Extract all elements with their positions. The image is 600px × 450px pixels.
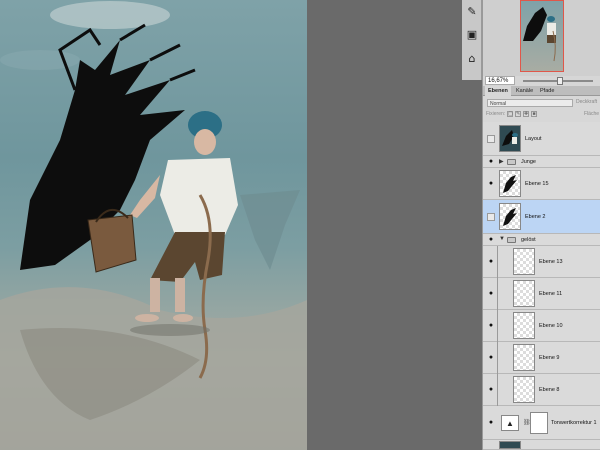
eye-icon[interactable]: ●: [487, 258, 495, 266]
tab-ebenen[interactable]: Ebenen: [485, 86, 511, 96]
layer-thumbnail: [513, 376, 535, 403]
layer-name[interactable]: Ebene 8: [539, 387, 560, 393]
eye-icon[interactable]: ●: [487, 290, 495, 298]
layer-name[interactable]: gelöst: [521, 237, 536, 243]
panel-tabs: Ebenen Kanäle Pfade: [483, 86, 600, 96]
layers-panel: Ebenen Kanäle Pfade Normal Deckkraft Fix…: [482, 86, 600, 450]
layer-row-ebene-11[interactable]: ● Ebene 11: [483, 278, 600, 310]
zoom-slider-knob[interactable]: [557, 77, 563, 85]
chevron-right-icon[interactable]: ▶: [499, 158, 504, 165]
layer-row-ebene-13[interactable]: ● Ebene 13: [483, 246, 600, 278]
layer-name[interactable]: Tonwertkorrektur 1: [551, 420, 597, 426]
blend-mode-select[interactable]: Normal: [487, 99, 573, 107]
layer-thumbnail: [499, 170, 521, 197]
layer-name[interactable]: Ebene 15: [525, 181, 549, 187]
folder-icon: [507, 159, 516, 165]
photoshop-window: ✎ ▣ ⌂ 16,67% Ebenen Kanäle Pfade Normal …: [0, 0, 600, 450]
lock-row: Fixieren: ▢ ✎ ✚ ■ Fläche: [483, 110, 600, 120]
layer-row-ebene-2[interactable]: Ebene 2: [483, 200, 600, 234]
eye-icon[interactable]: ●: [487, 322, 495, 330]
layer-name[interactable]: Ebene 13: [539, 259, 563, 265]
navigator-panel: 16,67%: [482, 0, 600, 86]
visibility-toggle[interactable]: [487, 135, 495, 143]
tab-kanaele[interactable]: Kanäle: [513, 86, 536, 96]
fill-label: Fläche: [584, 111, 600, 117]
layer-thumbnail: [499, 441, 521, 449]
artwork: [0, 1, 307, 450]
eye-icon[interactable]: ●: [487, 354, 495, 362]
opacity-label: Deckkraft: [576, 99, 598, 105]
group-indent: [497, 374, 498, 406]
layer-thumbnail: [499, 203, 521, 230]
channels-icon[interactable]: ▣: [464, 26, 480, 42]
lock-all-icon[interactable]: ■: [531, 111, 537, 117]
paths-icon[interactable]: ⌂: [464, 50, 480, 66]
group-indent: [497, 342, 498, 374]
eye-icon[interactable]: ●: [487, 180, 495, 188]
eye-icon[interactable]: ●: [487, 386, 495, 394]
history-brush-icon[interactable]: ✎: [464, 3, 480, 19]
layer-row-junge[interactable]: ● ▶ Junge: [483, 156, 600, 168]
layer-thumbnail: [513, 312, 535, 339]
layer-thumbnail: [513, 280, 535, 307]
navigator-zoom-bar: 16,67%: [483, 76, 600, 86]
layer-list: Layout ● ▶ Junge ● Ebene 15 Ebene 2 ● ▼ …: [483, 122, 600, 450]
layer-row-ebene-8[interactable]: ● Ebene 8: [483, 374, 600, 406]
layer-name[interactable]: Ebene 2: [525, 214, 546, 220]
layer-row-ebene-15[interactable]: ● Ebene 15: [483, 168, 600, 200]
layer-name[interactable]: Ebene 11: [539, 291, 562, 297]
layer-row-tonwertkorrektur-1[interactable]: ● ▲ ⛓ Tonwertkorrektur 1: [483, 406, 600, 440]
group-indent: [497, 246, 498, 278]
eye-icon[interactable]: ●: [487, 236, 495, 244]
blend-row: Normal Deckkraft: [483, 97, 600, 109]
panel-tool-strip: ✎ ▣ ⌂: [462, 0, 482, 80]
lock-transparency-icon[interactable]: ▢: [507, 111, 513, 117]
layer-thumbnail: [513, 248, 535, 275]
chevron-down-icon[interactable]: ▼: [499, 236, 505, 242]
zoom-input[interactable]: 16,67%: [485, 76, 515, 85]
eye-icon[interactable]: ●: [487, 419, 495, 427]
group-indent: [497, 310, 498, 342]
document-canvas[interactable]: [0, 0, 307, 450]
layer-row-layout[interactable]: Layout: [483, 122, 600, 156]
layer-name[interactable]: Junge: [521, 159, 536, 165]
layer-row-geloest[interactable]: ● ▼ gelöst: [483, 234, 600, 246]
lock-pixels-icon[interactable]: ✎: [515, 111, 521, 117]
group-indent: [497, 278, 498, 310]
lock-position-icon[interactable]: ✚: [523, 111, 529, 117]
zoom-slider[interactable]: [523, 77, 593, 85]
layer-name[interactable]: Layout: [525, 136, 542, 142]
visibility-toggle[interactable]: [487, 213, 495, 221]
lock-label: Fixieren:: [486, 111, 506, 117]
layer-name[interactable]: Ebene 9: [539, 355, 560, 361]
tab-pfade[interactable]: Pfade: [537, 86, 557, 96]
folder-icon: [507, 237, 516, 243]
layer-row-partial[interactable]: [483, 440, 600, 450]
layer-mask-thumbnail[interactable]: [530, 412, 548, 434]
layer-row-ebene-10[interactable]: ● Ebene 10: [483, 310, 600, 342]
layer-thumbnail: [499, 125, 521, 152]
eye-icon[interactable]: ●: [487, 158, 495, 166]
layer-name[interactable]: Ebene 10: [539, 323, 563, 329]
navigator-preview[interactable]: [520, 0, 564, 72]
layer-thumbnail: [513, 344, 535, 371]
levels-adjustment-icon: ▲: [501, 415, 519, 431]
layer-row-ebene-9[interactable]: ● Ebene 9: [483, 342, 600, 374]
